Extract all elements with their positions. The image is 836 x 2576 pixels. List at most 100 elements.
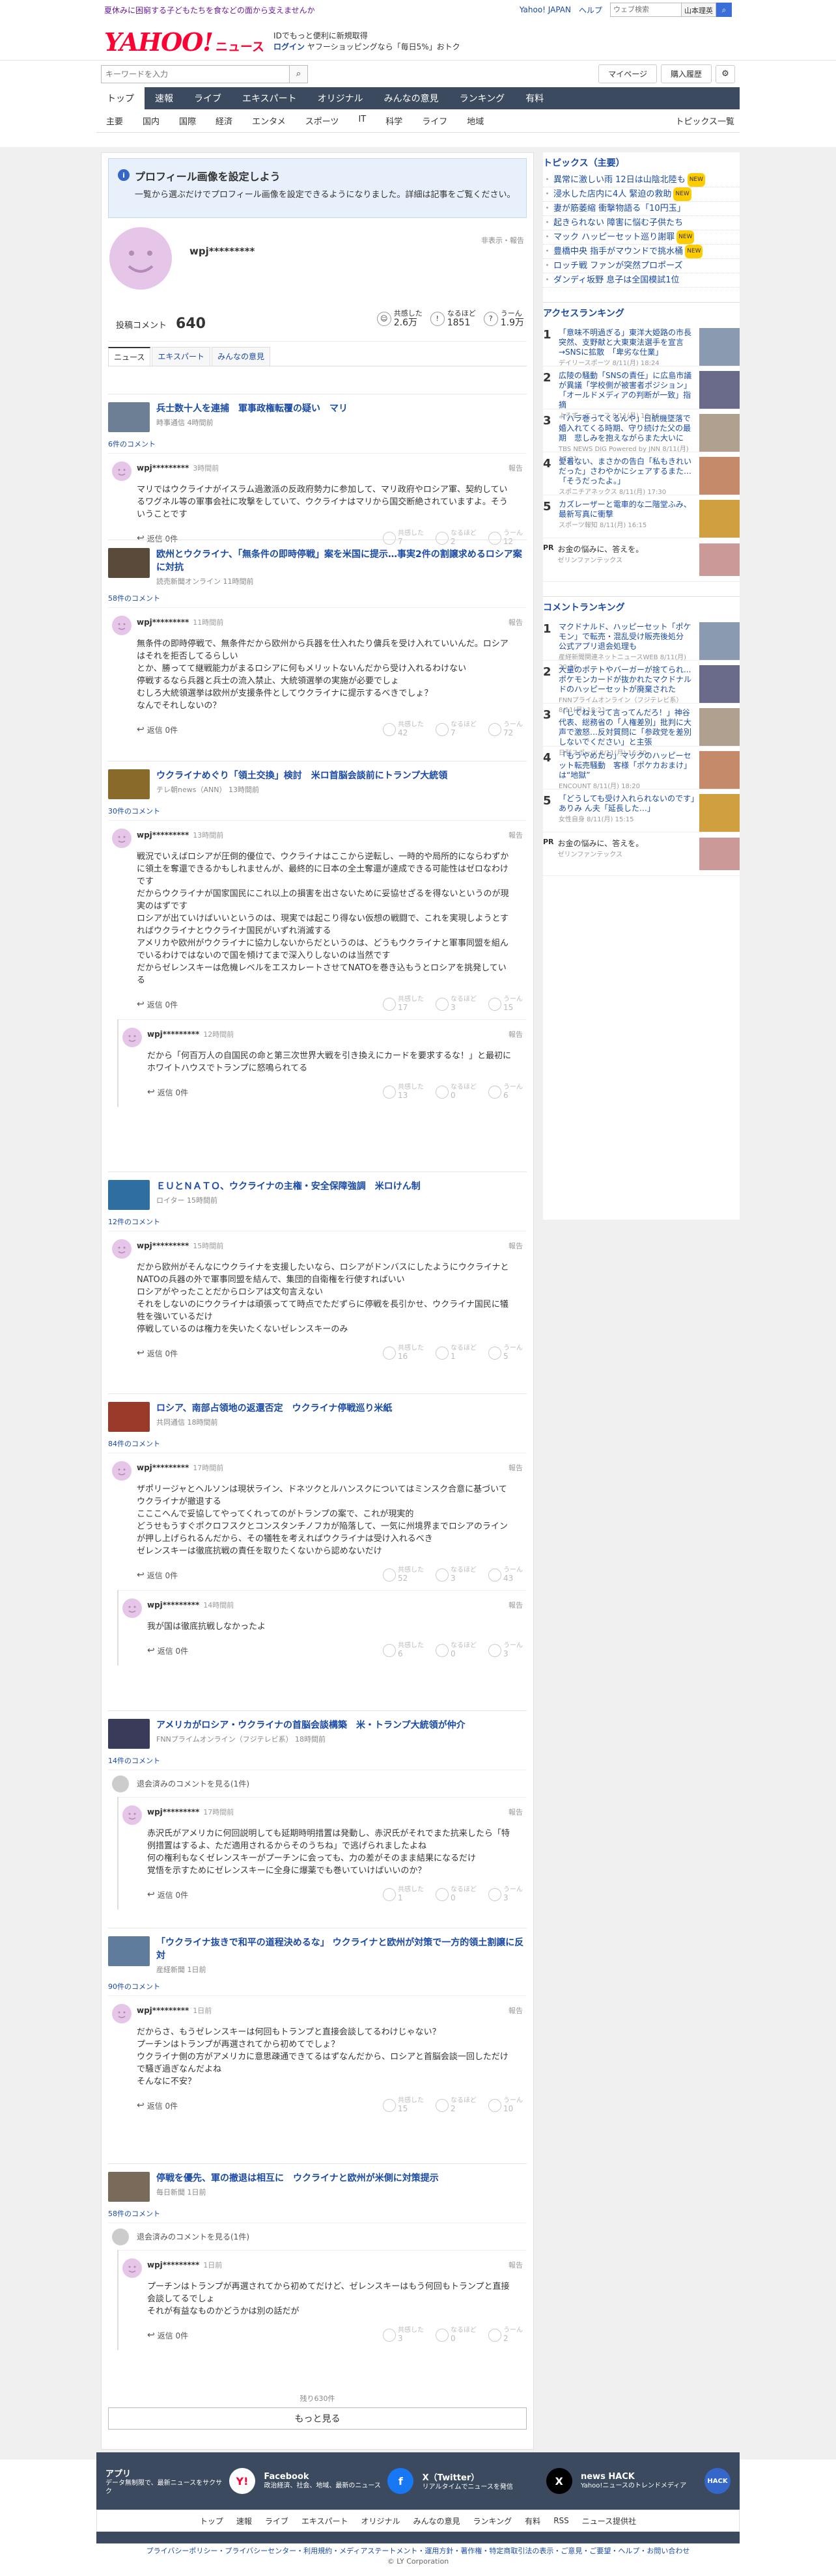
topic-science[interactable]: 科学 — [376, 115, 412, 127]
report-link[interactable]: 報告 — [509, 1807, 523, 1817]
reply-button[interactable]: ↩ 返信 0件 — [137, 1570, 178, 1581]
rank-item[interactable]: 3 「してねぇって言ってんだろ！」神谷代表、総務省の「人権差別」批判に大声で激怒…… — [543, 704, 740, 757]
article-thumbnail[interactable] — [108, 1402, 150, 1432]
gnav-ranking[interactable]: ランキング — [449, 87, 516, 109]
reply-button[interactable]: ↩ 返信 0件 — [147, 1889, 188, 1900]
topic-life[interactable]: ライフ — [412, 115, 457, 127]
deleted-comment-link[interactable]: 退会済みのコメントを見る(1件) — [108, 2223, 527, 2250]
footer-link[interactable]: ニュース提供社 — [582, 2515, 636, 2527]
tab-news[interactable]: ニュース — [108, 347, 151, 366]
rank-item[interactable]: 5 「どうしても受け入れられないのです」ありみ ん夫「延長した…」 女性自身 8/1… — [543, 789, 740, 832]
reaction-button[interactable]: なるほど 1 — [436, 1345, 477, 1362]
topic-economy[interactable]: 経済 — [206, 115, 242, 127]
pr-ad[interactable]: PR お金の悩みに、答えを。 ゼリンファンテックス — [543, 832, 740, 876]
rank-item[interactable]: 5 カズレーザーと電車的な二階堂ふみ、最新写真に衝撃 スポーツ報知 8/11(月) … — [543, 495, 740, 538]
reply-button[interactable]: ↩ 返信 0件 — [137, 999, 178, 1010]
reply-button[interactable]: ↩ 返信 0件 — [147, 2330, 188, 2341]
article-thumbnail[interactable] — [108, 1180, 150, 1210]
deleted-comment-label[interactable]: 退会済みのコメントを見る(1件) — [137, 2232, 249, 2241]
purchase-history-button[interactable]: 購入履歴 — [660, 64, 712, 83]
comment-user[interactable]: wpj********* — [137, 1241, 189, 1250]
reaction-button[interactable]: 共感した 6 — [383, 1642, 424, 1659]
rank-item[interactable]: 2 広陵の騒動「SNSの責任」に広島市議が異議「学校側が被害者ポジション」「オール… — [543, 366, 740, 420]
access-ranking-title[interactable]: アクセスランキング — [543, 307, 740, 320]
gear-icon[interactable]: ⚙ — [716, 64, 735, 83]
topic-entertainment[interactable]: エンタメ — [242, 115, 296, 127]
reaction-button[interactable]: なるほど 7 — [436, 721, 477, 738]
report-link[interactable]: 報告 — [509, 2260, 523, 2270]
gnav-live[interactable]: ライブ — [184, 87, 232, 109]
topic-sports[interactable]: スポーツ — [296, 115, 349, 127]
reaction-button[interactable]: うーん 6 — [488, 1084, 523, 1101]
footer-link[interactable]: ライブ — [265, 2515, 288, 2527]
topic-domestic[interactable]: 国内 — [133, 115, 169, 127]
more-button[interactable]: もっと見る — [108, 2407, 527, 2430]
reaction-button[interactable]: なるほど 0 — [436, 2327, 477, 2344]
report-link[interactable]: 報告 — [509, 1600, 523, 1610]
comment-user[interactable]: wpj********* — [137, 463, 189, 473]
article-thumbnail[interactable] — [108, 548, 150, 578]
footer-app[interactable]: アプリ データ無制限で、最新ニュースをサクサク Y! — [105, 2464, 255, 2498]
reaction-button[interactable]: なるほど 3 — [436, 1567, 477, 1583]
article-comment-count[interactable]: 6件のコメント — [108, 439, 527, 449]
reaction-button[interactable]: 共感した 42 — [383, 721, 424, 738]
reaction-button[interactable]: なるほど 0 — [436, 1084, 477, 1101]
tab-opinion[interactable]: みんなの意見 — [212, 347, 271, 366]
help-link[interactable]: ヘルプ — [579, 5, 602, 16]
report-link[interactable]: 報告 — [509, 2005, 523, 2016]
gnav-expert[interactable]: エキスパート — [232, 87, 307, 109]
comment-user[interactable]: wpj********* — [137, 2006, 189, 2015]
report-link[interactable]: 報告 — [509, 1240, 523, 1251]
article-thumbnail[interactable] — [108, 769, 150, 799]
reaction-button[interactable]: 共感した 17 — [383, 996, 424, 1013]
footer-link[interactable]: トップ — [200, 2515, 223, 2527]
article-thumbnail[interactable] — [108, 402, 150, 432]
topic-world[interactable]: 国際 — [169, 115, 206, 127]
article-title[interactable]: 欧州とウクライナ、「無条件の即時停戦」案を米国に提示…事実2件の割譲求めるロシア… — [156, 548, 527, 574]
article-comment-count[interactable]: 84件のコメント — [108, 1438, 527, 1449]
reaction-button[interactable]: なるほど 0 — [436, 1642, 477, 1659]
comment-user[interactable]: wpj********* — [137, 618, 189, 627]
topic-item[interactable]: 起きられない 障害に悩む子供たち — [543, 216, 740, 230]
topic-item[interactable]: ダンディ坂野 息子は全国模試1位 — [543, 273, 740, 288]
article-comment-count[interactable]: 58件のコメント — [108, 593, 527, 603]
gnav-breaking[interactable]: 速報 — [145, 87, 184, 109]
reaction-button[interactable]: うーん 3 — [488, 1886, 523, 1903]
article-comment-count[interactable]: 14件のコメント — [108, 1755, 527, 1766]
footer-app[interactable]: X（Twitter） リアルタイムでニュースを発信 X — [423, 2464, 572, 2498]
article-title[interactable]: ロシア、南部占領地の返還否定 ウクライナ停戦巡り米紙 — [156, 1402, 392, 1415]
topic-local[interactable]: 地域 — [457, 115, 494, 127]
yahoo-news-logo[interactable]: YAHOO! ニュース — [104, 27, 264, 57]
report-link[interactable]: 報告 — [509, 830, 523, 840]
topics-list-link[interactable]: トピックス一覧 — [675, 115, 740, 127]
rank-item[interactable]: 1 「意味不明過ぎる」東洋大姫路の市長 突然、支野献と大東東法選手を宣言→SNSに… — [543, 323, 740, 367]
footer-link[interactable]: 有料 — [525, 2515, 540, 2527]
comment-user[interactable]: wpj********* — [137, 1463, 189, 1472]
footer-link[interactable]: RSS — [553, 2516, 569, 2525]
topics-title[interactable]: トピックス（主要） — [543, 156, 740, 169]
web-search-input[interactable] — [610, 3, 682, 17]
article-title[interactable]: ＥＵとＮＡＴＯ、ウクライナの主権・安全保障強調 米ロけん制 — [156, 1180, 421, 1193]
reaction-button[interactable]: 共感した 15 — [383, 2097, 424, 2114]
gnav-original[interactable]: オリジナル — [307, 87, 374, 109]
gnav-paid[interactable]: 有料 — [515, 87, 554, 109]
reaction-button[interactable]: うーん 43 — [488, 1567, 523, 1583]
reaction-button[interactable]: うーん 10 — [488, 2097, 523, 2114]
topic-item[interactable]: ロッチ戦 ファンが突然プロポーズ — [543, 259, 740, 273]
footer-link[interactable]: 速報 — [236, 2515, 252, 2527]
topic-it[interactable]: IT — [348, 115, 376, 127]
footer-app[interactable]: news HACK Yahoo!ニュースのトレンドメディア HACK — [581, 2464, 731, 2498]
tab-expert[interactable]: エキスパート — [152, 347, 211, 366]
article-title[interactable]: 兵士数十人を連捕 軍事政権転覆の疑い マリ — [156, 402, 348, 415]
deleted-comment-link[interactable]: 退会済みのコメントを見る(1件) — [108, 1770, 527, 1797]
topic-item[interactable]: 豊橋中央 指手がマウンドで挑水桶NEW — [543, 245, 740, 259]
article-comment-count[interactable]: 90件のコメント — [108, 1981, 527, 1992]
reaction-button[interactable]: なるほど 3 — [436, 996, 477, 1013]
reaction-button[interactable]: うーん 72 — [488, 721, 523, 738]
comment-ranking-title[interactable]: コメントランキング — [543, 601, 740, 614]
footer-link[interactable]: エキスパート — [301, 2515, 348, 2527]
comment-user[interactable]: wpj********* — [147, 1030, 199, 1039]
notice-desc[interactable]: 一覧から選ぶだけでプロフィール画像を設定できるようになりました。詳細は記事をご覧… — [135, 189, 517, 201]
reply-button[interactable]: ↩ 返信 0件 — [137, 1348, 178, 1359]
article-title[interactable]: アメリカがロシア・ウクライナの首脳会談構築 米・トランプ大統領が仲介 — [156, 1719, 466, 1732]
